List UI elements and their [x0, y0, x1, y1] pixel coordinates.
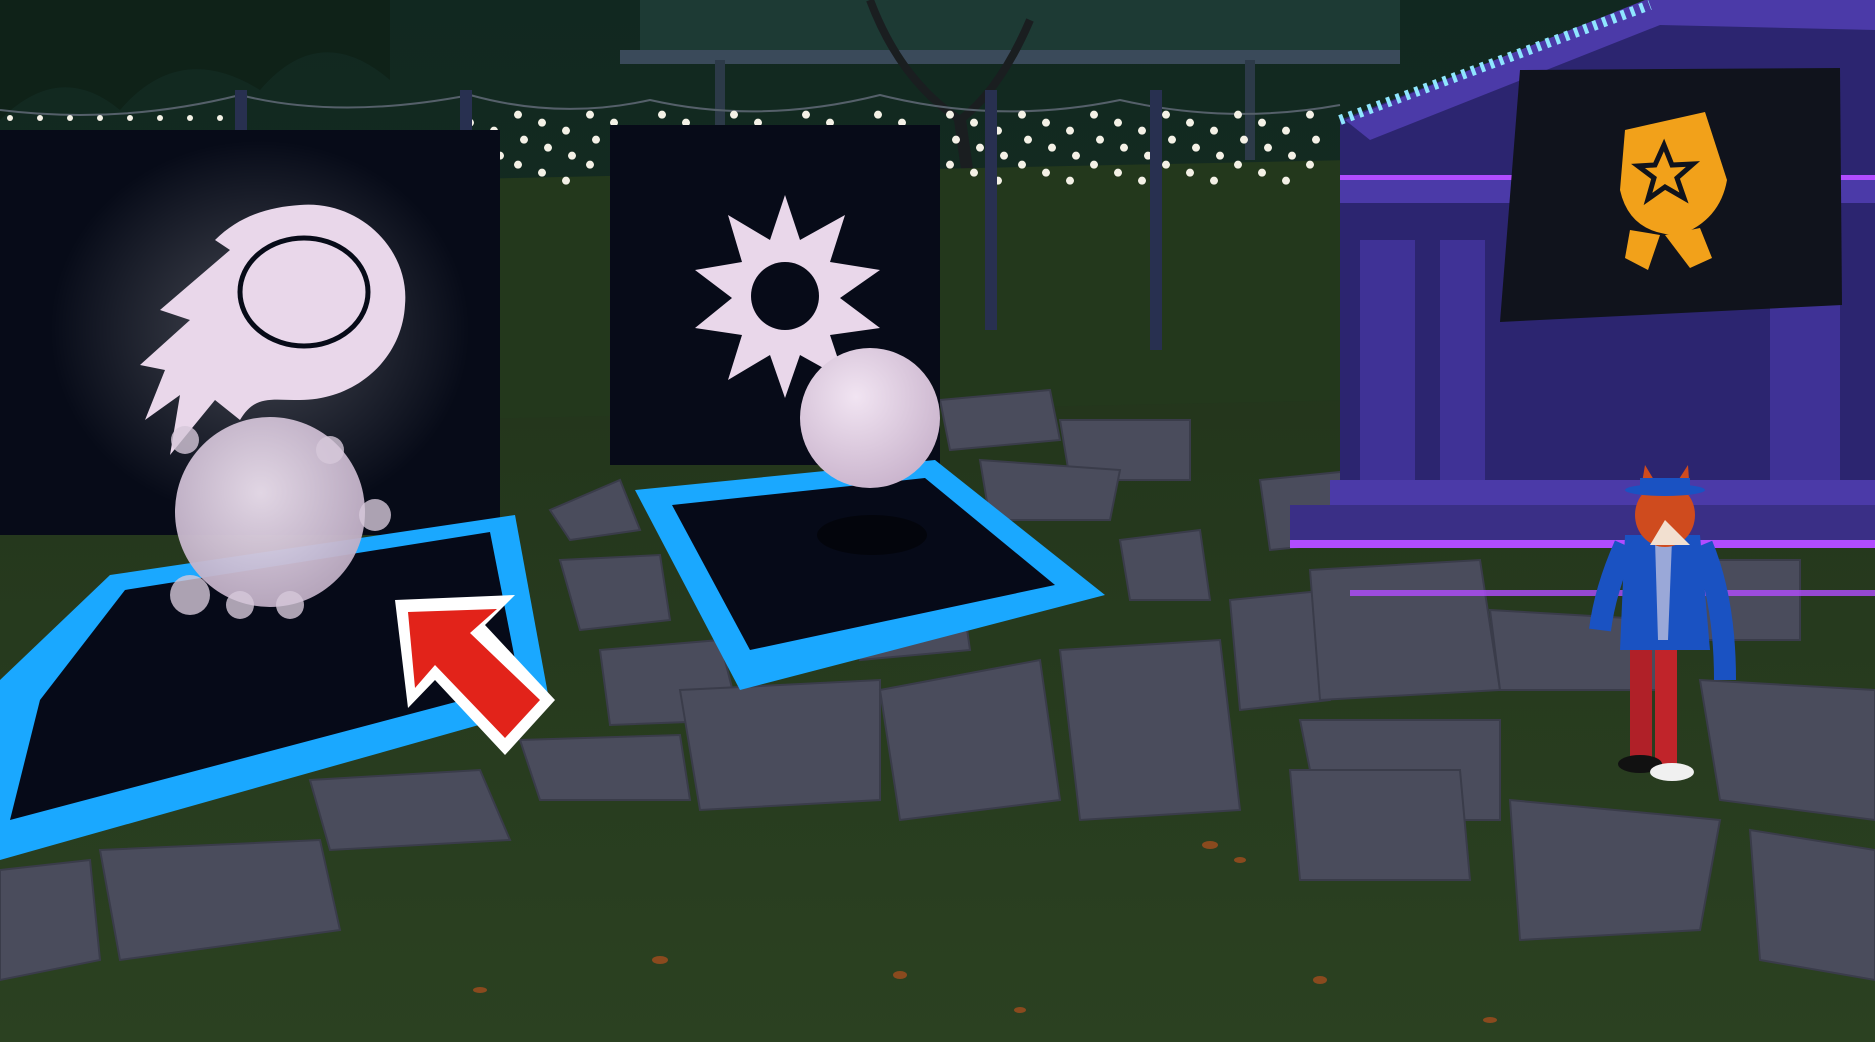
light-bulb	[1072, 151, 1080, 160]
light-bulb	[1306, 110, 1314, 119]
light-bulb	[1168, 135, 1176, 144]
light-bulb	[187, 115, 193, 121]
light-bulb	[1282, 126, 1290, 135]
light-bulb	[1234, 110, 1242, 119]
award-sign	[1500, 68, 1842, 322]
light-bulb	[1090, 110, 1098, 119]
light-bulb	[1192, 143, 1200, 152]
light-bulb	[1024, 135, 1032, 144]
light-bulb	[1048, 143, 1056, 152]
light-bulb	[562, 176, 570, 185]
light-bulb	[658, 110, 666, 119]
light-bulb	[1258, 168, 1266, 177]
light-bulb	[514, 160, 522, 169]
light-bulb	[1216, 151, 1224, 160]
light-bulb	[7, 115, 13, 121]
light-bulb	[1210, 176, 1218, 185]
light-bulb	[970, 168, 978, 177]
light-bulb	[730, 110, 738, 119]
light-bulb	[1210, 126, 1218, 135]
light-bulb	[952, 135, 960, 144]
light-bulb	[217, 115, 223, 121]
game-viewport[interactable]	[0, 0, 1875, 1042]
light-bulb	[1066, 176, 1074, 185]
light-bulb	[1114, 168, 1122, 177]
light-bulb	[586, 160, 594, 169]
light-bulb	[1000, 151, 1008, 160]
light-bulb	[1018, 160, 1026, 169]
light-bulb	[1042, 118, 1050, 127]
light-bulb	[1090, 160, 1098, 169]
light-bulb	[586, 110, 594, 119]
light-bulb	[37, 115, 43, 121]
light-bulb	[1234, 160, 1242, 169]
light-bulb	[976, 143, 984, 152]
light-bulb	[1120, 143, 1128, 152]
light-bulb	[538, 168, 546, 177]
light-bulb	[1186, 118, 1194, 127]
light-bulb	[1162, 160, 1170, 169]
light-bulb	[67, 115, 73, 121]
light-bulb	[946, 160, 954, 169]
light-bulb	[544, 143, 552, 152]
light-bulb	[1162, 110, 1170, 119]
light-bulb	[946, 110, 954, 119]
scene-svg	[0, 0, 1875, 1042]
light-bulb	[1042, 168, 1050, 177]
light-bulb	[1240, 135, 1248, 144]
light-bulb	[1288, 151, 1296, 160]
light-bulb	[802, 110, 810, 119]
light-bulb	[1138, 176, 1146, 185]
light-bulb	[1264, 143, 1272, 152]
light-bulb	[157, 115, 163, 121]
light-bulb	[514, 110, 522, 119]
light-bulb	[1066, 126, 1074, 135]
light-bulb	[520, 135, 528, 144]
light-bulb	[592, 135, 600, 144]
light-bulb	[1312, 135, 1320, 144]
ability-orb	[800, 348, 940, 488]
light-bulb	[970, 118, 978, 127]
light-bulb	[1306, 160, 1314, 169]
light-bulb	[568, 151, 576, 160]
light-bulb	[1138, 126, 1146, 135]
light-bulb	[1282, 176, 1290, 185]
light-bulb	[562, 126, 570, 135]
light-bulb	[1186, 168, 1194, 177]
light-bulb	[538, 118, 546, 127]
light-bulb	[97, 115, 103, 121]
light-bulb	[1258, 118, 1266, 127]
light-bulb	[1096, 135, 1104, 144]
light-bulb	[874, 110, 882, 119]
light-bulb	[1114, 118, 1122, 127]
light-bulb	[127, 115, 133, 121]
light-bulb	[1018, 110, 1026, 119]
